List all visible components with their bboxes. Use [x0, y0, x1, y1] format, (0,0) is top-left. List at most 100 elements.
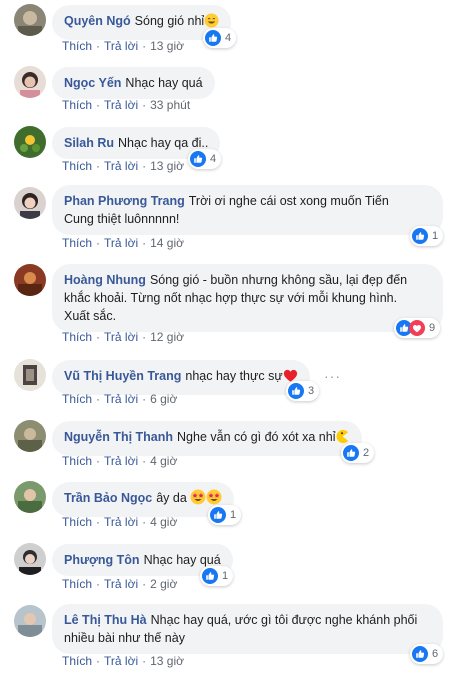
avatar[interactable] — [14, 66, 46, 98]
reaction-summary[interactable]: 2 — [341, 443, 375, 463]
like-button[interactable]: Thích — [62, 654, 92, 668]
commenter-name[interactable]: Phan Phương Trang — [64, 194, 185, 208]
like-reaction-icon — [288, 383, 304, 399]
star-struck-icon — [190, 489, 206, 510]
avatar[interactable] — [14, 420, 46, 452]
like-button[interactable]: Thích — [62, 330, 92, 344]
reaction-count: 1 — [230, 509, 237, 521]
reaction-summary[interactable]: 4 — [188, 149, 222, 169]
commenter-name[interactable]: Phượng Tôn — [64, 553, 140, 567]
avatar[interactable] — [14, 481, 46, 513]
timestamp[interactable]: 4 giờ — [150, 515, 177, 529]
timestamp[interactable]: 13 giờ — [150, 654, 184, 668]
timestamp[interactable]: 14 giờ — [150, 236, 184, 250]
timestamp[interactable]: 13 giờ — [150, 159, 184, 173]
reaction-summary[interactable]: 3 — [286, 381, 320, 401]
like-reaction-icon — [205, 30, 221, 46]
comment-text: Nhạc hay quá — [143, 553, 221, 567]
like-reaction-icon — [202, 568, 218, 584]
timestamp[interactable]: 13 giờ — [150, 39, 184, 53]
reaction-count: 3 — [308, 385, 315, 397]
avatar[interactable] — [14, 605, 46, 637]
reaction-summary[interactable]: 9 — [394, 318, 441, 338]
like-button[interactable]: Thích — [62, 515, 92, 529]
comment-actions: Thích · Trả lời · 13 giờ — [62, 159, 184, 173]
comment-text-line-1: Sóng gió - buồn nhưng không sầu, lại đẹp… — [149, 273, 408, 287]
reply-button[interactable]: Trả lời — [104, 577, 138, 591]
avatar[interactable] — [14, 543, 46, 575]
timestamp[interactable]: 4 giờ — [150, 454, 177, 468]
reply-button[interactable]: Trả lời — [104, 330, 138, 344]
reaction-summary[interactable]: 6 — [410, 644, 444, 664]
commenter-name[interactable]: Lê Thị Thu Hà — [64, 613, 147, 627]
reply-button[interactable]: Trả lời — [104, 98, 138, 112]
comment-actions: Thích · Trả lời · 33 phút — [62, 98, 191, 112]
reply-button[interactable]: Trả lời — [104, 392, 138, 406]
comment-actions: Thích · Trả lời · 14 giờ — [62, 236, 184, 250]
comment-text: Nhạc hay quá — [125, 76, 203, 90]
avatar[interactable] — [14, 264, 46, 296]
like-button[interactable]: Thích — [62, 98, 92, 112]
commenter-name[interactable]: Hoàng Nhung — [64, 273, 146, 287]
timestamp[interactable]: 6 giờ — [150, 392, 177, 406]
comment-bubble: Lê Thị Thu Hà Nhạc hay quá, ước gì tôi đư… — [52, 604, 443, 654]
reaction-summary[interactable]: 4 — [203, 28, 237, 48]
comment-actions: Thích · Trả lời · 6 giờ — [62, 392, 178, 406]
reaction-count: 1 — [222, 570, 229, 582]
comment-text: Nhạc hay qa đi.. — [118, 136, 209, 150]
commenter-name[interactable]: Nguyễn Thị Thanh — [64, 430, 173, 444]
commenter-name[interactable]: Vũ Thị Huyền Trang — [64, 369, 181, 383]
comment-actions: Thích · Trả lời · 4 giờ — [62, 515, 178, 529]
reply-button[interactable]: Trả lời — [104, 236, 138, 250]
commenter-name[interactable]: Quyên Ngó — [64, 14, 131, 28]
reaction-count: 6 — [432, 648, 439, 660]
comment-actions: Thích · Trả lời · 4 giờ — [62, 454, 178, 468]
reply-button[interactable]: Trả lời — [104, 515, 138, 529]
like-button[interactable]: Thích — [62, 392, 92, 406]
comment-actions: Thích · Trả lời · 12 giờ — [62, 330, 184, 344]
avatar[interactable] — [14, 4, 46, 36]
commenter-name[interactable]: Ngọc Yến — [64, 76, 121, 90]
comment-actions: Thích · Trả lời · 13 giờ — [62, 39, 184, 53]
comment-text-line-2: Cung thiệt luônnnnn! — [64, 212, 180, 226]
comment-text: Nghe vẫn có gì đó xót xa nhỉ — [177, 430, 336, 444]
comment-text: nhạc hay thực sự — [185, 369, 283, 383]
reaction-count: 1 — [432, 230, 439, 242]
commenter-name[interactable]: Trần Bảo Ngọc — [64, 491, 152, 505]
love-reaction-icon — [409, 320, 425, 336]
comment-text-line-1: Trời ơi nghe cái ost xong muốn Tiến — [188, 194, 389, 208]
avatar[interactable] — [14, 359, 46, 391]
reply-button[interactable]: Trả lời — [104, 39, 138, 53]
reaction-summary[interactable]: 1 — [410, 226, 444, 246]
reaction-summary[interactable]: 1 — [200, 566, 234, 586]
like-button[interactable]: Thích — [62, 39, 92, 53]
timestamp[interactable]: 2 giờ — [150, 577, 177, 591]
timestamp[interactable]: 12 giờ — [150, 330, 184, 344]
comment-text-line-1: Nhạc hay quá, ước gì tôi được nghe khánh… — [150, 613, 418, 627]
reaction-count: 4 — [210, 153, 217, 165]
comment-actions: Thích · Trả lời · 2 giờ — [62, 577, 178, 591]
like-reaction-icon — [210, 507, 226, 523]
comment-text: ây da — [156, 491, 187, 505]
like-button[interactable]: Thích — [62, 236, 92, 250]
reaction-count: 2 — [363, 447, 370, 459]
timestamp[interactable]: 33 phút — [150, 98, 190, 112]
more-options-icon[interactable]: ··· — [324, 369, 341, 383]
like-button[interactable]: Thích — [62, 577, 92, 591]
reply-button[interactable]: Trả lời — [104, 454, 138, 468]
comment-bubble: Phan Phương Trang Trời ơi nghe cái ost xo… — [52, 185, 443, 235]
like-reaction-icon — [343, 445, 359, 461]
avatar[interactable] — [14, 187, 46, 219]
avatar[interactable] — [14, 126, 46, 158]
comment-bubble: Vũ Thị Huyền Trang nhạc hay thực sự — [52, 360, 310, 395]
reply-button[interactable]: Trả lời — [104, 159, 138, 173]
like-button[interactable]: Thích — [62, 159, 92, 173]
like-reaction-icon — [412, 228, 428, 244]
reply-button[interactable]: Trả lời — [104, 654, 138, 668]
reaction-count: 4 — [225, 32, 232, 44]
like-button[interactable]: Thích — [62, 454, 92, 468]
comment-text-line-3: Xuất sắc. — [64, 309, 117, 323]
comment-bubble: Ngọc Yến Nhạc hay quá — [52, 67, 215, 99]
commenter-name[interactable]: Silah Ru — [64, 136, 114, 150]
reaction-summary[interactable]: 1 — [208, 505, 242, 525]
